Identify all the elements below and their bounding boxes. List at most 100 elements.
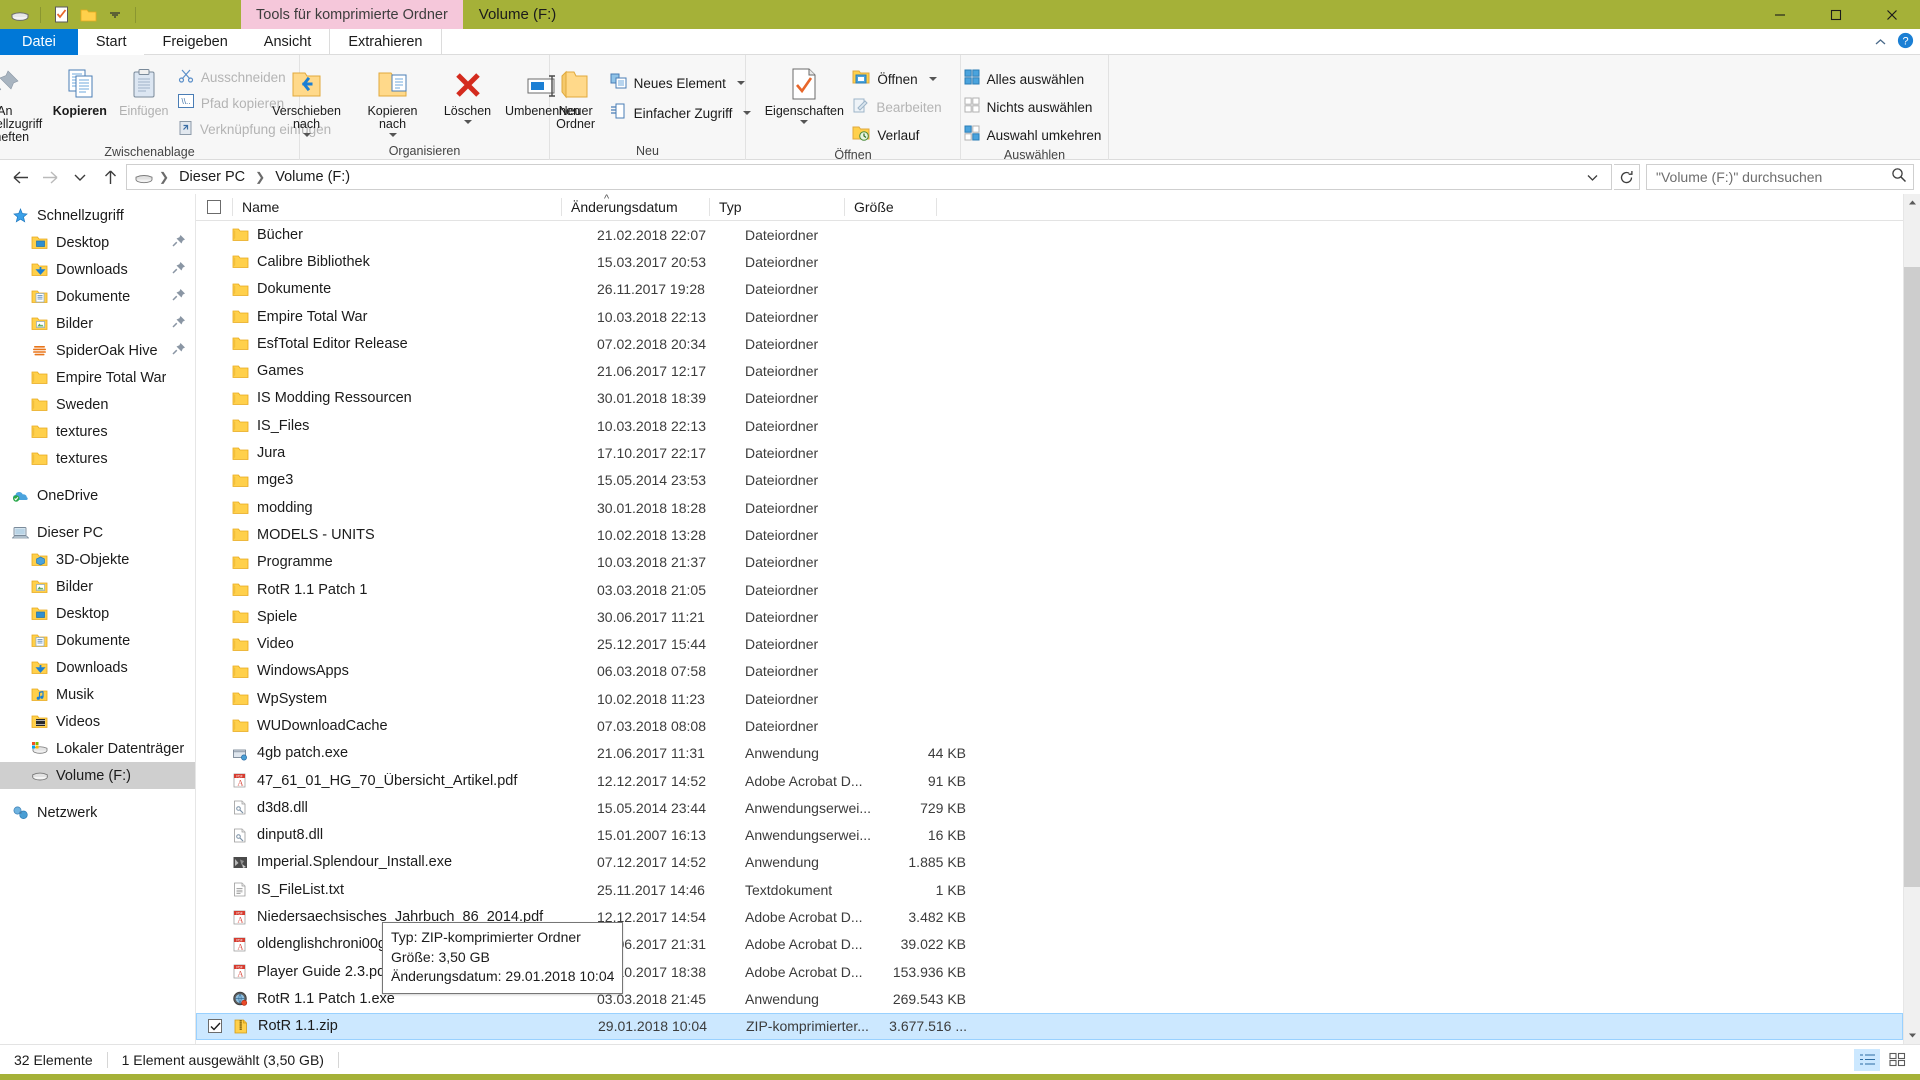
new-folder-button[interactable]: Neuer Ordner	[544, 61, 608, 131]
sidebar-item-videos[interactable]: Videos	[0, 708, 195, 735]
table-row[interactable]: Empire Total War 10.03.2018 22:13 Dateiord…	[196, 303, 1903, 330]
pin-icon[interactable]	[171, 233, 187, 252]
sidebar-item-textures[interactable]: textures	[0, 418, 195, 445]
table-row[interactable]: 4gb patch.exe 21.06.2017 11:31 Anwendung 44…	[196, 740, 1903, 767]
large-icons-view-button[interactable]	[1884, 1049, 1910, 1071]
chevron-up-icon[interactable]	[1874, 34, 1887, 51]
column-header-date[interactable]: Änderungsdatum	[561, 198, 709, 216]
close-button[interactable]	[1864, 0, 1920, 29]
sidebar-item-bilder[interactable]: Bilder	[0, 573, 195, 600]
tab-start[interactable]: Start	[77, 29, 145, 55]
search-input[interactable]: "Volume (F:)" durchsuchen	[1646, 164, 1914, 190]
table-row[interactable]: d3d8.dll 15.05.2014 23:44 Anwendungserwei.…	[196, 794, 1903, 821]
vertical-scrollbar[interactable]	[1903, 194, 1920, 1044]
table-row[interactable]: Programme 10.03.2018 21:37 Dateiordner	[196, 549, 1903, 576]
column-header-type[interactable]: Typ	[709, 198, 844, 216]
scroll-up-button[interactable]	[1904, 194, 1920, 211]
scrollbar-track[interactable]	[1904, 211, 1920, 1027]
drive-icon[interactable]	[8, 4, 32, 26]
file-rows[interactable]: Bücher 21.02.2018 22:07 Dateiordner Calibre…	[196, 221, 1903, 1044]
sidebar-item-dokumente[interactable]: Dokumente	[0, 283, 195, 310]
table-row[interactable]: mge3 15.05.2014 23:53 Dateiordner	[196, 467, 1903, 494]
new-folder-icon[interactable]	[76, 4, 100, 26]
pin-icon[interactable]	[171, 260, 187, 279]
delete-button[interactable]: Löschen	[436, 61, 500, 124]
tab-extrahieren[interactable]: Extrahieren	[330, 29, 440, 55]
table-row[interactable]: PDF A 47_61_01_HG_70_Übersicht_Artikel.pdf…	[196, 767, 1903, 794]
refresh-button[interactable]	[1614, 164, 1640, 190]
back-button[interactable]	[6, 163, 34, 191]
table-row[interactable]: Video 25.12.2017 15:44 Dateiordner	[196, 630, 1903, 657]
breadcrumb-item-volume-f[interactable]: Volume (F:)	[271, 169, 354, 185]
row-checkbox[interactable]	[197, 1019, 233, 1034]
table-row[interactable]: EsfTotal Editor Release 07.02.2018 20:34 D…	[196, 330, 1903, 357]
breadcrumb-item-dieser-pc[interactable]: Dieser PC	[175, 169, 249, 185]
pin-icon[interactable]	[171, 341, 187, 360]
table-row[interactable]: Bücher 21.02.2018 22:07 Dateiordner	[196, 221, 1903, 248]
easy-access-button[interactable]: Einfacher Zugriff	[608, 101, 758, 125]
help-icon[interactable]: ?	[1897, 32, 1914, 53]
sidebar-item-dieser-pc[interactable]: Dieser PC	[0, 519, 195, 546]
table-row[interactable]: dinput8.dll 15.01.2007 16:13 Anwendungserw…	[196, 822, 1903, 849]
breadcrumb-separator-1[interactable]: ❯	[253, 170, 267, 184]
column-header-size[interactable]: Größe	[844, 198, 936, 216]
sidebar-item-spideroak-hive[interactable]: SpiderOak Hive	[0, 337, 195, 364]
table-row[interactable]: Dokumente 26.11.2017 19:28 Dateiordner	[196, 276, 1903, 303]
column-header-blank[interactable]	[936, 198, 1903, 216]
table-row[interactable]: IS_FileList.txt 25.11.2017 14:46 Textdokum…	[196, 876, 1903, 903]
table-row[interactable]: RotR 1.1.zip 29.01.2018 10:04 ZIP-komprimi…	[196, 1012, 1903, 1040]
navigation-pane[interactable]: Schnellzugriff Desktop Downloads Dokumente B…	[0, 194, 196, 1044]
sidebar-item-textures[interactable]: textures	[0, 445, 195, 472]
table-row[interactable]: WpSystem 10.02.2018 11:23 Dateiordner	[196, 685, 1903, 712]
sidebar-item-downloads[interactable]: Downloads	[0, 654, 195, 681]
sidebar-item-desktop[interactable]: Desktop	[0, 229, 195, 256]
column-header-name[interactable]: Name	[232, 198, 561, 216]
sidebar-item-musik[interactable]: Musik	[0, 681, 195, 708]
sidebar-item-schnellzugriff[interactable]: Schnellzugriff	[0, 202, 195, 229]
scroll-down-button[interactable]	[1904, 1027, 1920, 1044]
move-to-button[interactable]: Verschieben nach	[264, 61, 350, 137]
table-row[interactable]: Imperial.Splendour_Install.exe 07.12.2017…	[196, 849, 1903, 876]
sidebar-item-onedrive[interactable]: OneDrive	[0, 482, 195, 509]
copy-button[interactable]: Kopieren	[48, 61, 112, 118]
select-all-button[interactable]: Alles auswählen	[962, 67, 1108, 91]
details-view-button[interactable]	[1854, 1048, 1880, 1071]
search-icon[interactable]	[1891, 167, 1907, 187]
open-button[interactable]: Öffnen	[850, 67, 947, 91]
tab-freigeben[interactable]: Freigeben	[144, 29, 245, 55]
sidebar-item-netzwerk[interactable]: Netzwerk	[0, 799, 195, 826]
table-row[interactable]: WindowsApps 06.03.2018 07:58 Dateiordner	[196, 658, 1903, 685]
sidebar-item-3d-objekte[interactable]: 3D-Objekte	[0, 546, 195, 573]
select-none-button[interactable]: Nichts auswählen	[962, 95, 1108, 119]
sidebar-item-dokumente[interactable]: Dokumente	[0, 627, 195, 654]
table-row[interactable]: RotR 1.1 Patch 1 03.03.2018 21:05 Dateiord…	[196, 576, 1903, 603]
invert-selection-button[interactable]: Auswahl umkehren	[962, 123, 1108, 147]
table-row[interactable]: WUDownloadCache 07.03.2018 08:08 Dateiordn…	[196, 712, 1903, 739]
new-item-button[interactable]: Neues Element	[608, 71, 758, 95]
table-row[interactable]: Spiele 30.06.2017 11:21 Dateiordner	[196, 603, 1903, 630]
sidebar-item-downloads[interactable]: Downloads	[0, 256, 195, 283]
sidebar-item-sweden[interactable]: Sweden	[0, 391, 195, 418]
table-row[interactable]: Calibre Bibliothek 15.03.2017 20:53 Dateio…	[196, 248, 1903, 275]
table-row[interactable]: modding 30.01.2018 18:28 Dateiordner	[196, 494, 1903, 521]
breadcrumb-separator-0[interactable]: ❯	[157, 170, 171, 184]
table-row[interactable]: MODELS - UNITS 10.02.2018 13:28 Dateiordne…	[196, 521, 1903, 548]
tab-datei[interactable]: Datei	[0, 29, 78, 55]
forward-button[interactable]	[36, 163, 64, 191]
select-all-checkbox[interactable]	[196, 200, 232, 214]
sidebar-item-bilder[interactable]: Bilder	[0, 310, 195, 337]
chevron-down-icon[interactable]	[103, 4, 127, 26]
properties-icon[interactable]	[49, 4, 73, 26]
sidebar-item-empire-total-war[interactable]: Empire Total War	[0, 364, 195, 391]
pin-icon[interactable]	[171, 314, 187, 333]
sidebar-item-lokaler-datentr-ger[interactable]: Lokaler Datenträger	[0, 735, 195, 762]
up-button[interactable]	[96, 163, 124, 191]
sidebar-item-desktop[interactable]: Desktop	[0, 600, 195, 627]
breadcrumb[interactable]: ❯ Dieser PC ❯ Volume (F:)	[126, 164, 1612, 190]
maximize-button[interactable]	[1808, 0, 1864, 29]
chevron-down-icon[interactable]	[1578, 169, 1607, 186]
pin-to-quick-access-button[interactable]: An Schnellzugriff anheften	[0, 61, 48, 144]
recent-locations-button[interactable]	[66, 163, 94, 191]
table-row[interactable]: Games 21.06.2017 12:17 Dateiordner	[196, 357, 1903, 384]
tab-ansicht[interactable]: Ansicht	[246, 29, 330, 55]
